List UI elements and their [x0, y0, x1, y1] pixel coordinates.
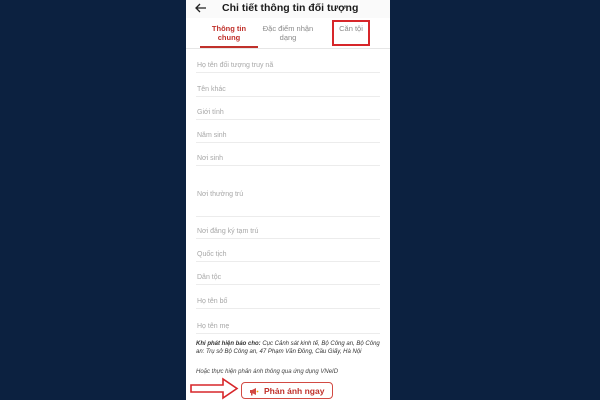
app-header: Chi tiết thông tin đối tượng	[186, 0, 390, 18]
back-arrow-icon[interactable]	[194, 1, 208, 15]
report-now-label: Phản ánh ngay	[264, 386, 325, 396]
field-mother-name[interactable]: Họ tên mẹ	[196, 313, 380, 334]
tab-highlight-box	[332, 20, 370, 46]
active-tab-indicator	[200, 46, 258, 48]
field-alias[interactable]: Tên khác	[196, 76, 380, 97]
phone-screen: Chi tiết thông tin đối tượng Thông tin c…	[186, 0, 390, 400]
megaphone-icon	[250, 388, 259, 396]
page-title: Chi tiết thông tin đối tượng	[222, 2, 359, 14]
tab-general-info[interactable]: Thông tin chung	[202, 24, 256, 42]
report-now-button[interactable]: Phản ánh ngay	[241, 382, 333, 399]
tab-bar: Thông tin chung Đặc điểm nhận dạng Căn t…	[186, 18, 390, 49]
field-birth-place[interactable]: Nơi sinh	[196, 145, 380, 166]
field-ethnicity[interactable]: Dân tộc	[196, 264, 380, 285]
field-gender[interactable]: Giới tính	[196, 99, 380, 120]
field-birth-year[interactable]: Năm sinh	[196, 122, 380, 143]
field-wanted-name[interactable]: Họ tên đối tượng truy nã	[196, 52, 380, 73]
tab-identification[interactable]: Đặc điểm nhận dạng	[260, 24, 316, 42]
field-nationality[interactable]: Quốc tịch	[196, 241, 380, 262]
field-temporary-residence[interactable]: Nơi đăng ký tạm trú	[196, 218, 380, 239]
notice-lead: Khi phát hiện báo cho:	[196, 341, 261, 347]
field-father-name[interactable]: Họ tên bố	[196, 288, 380, 309]
field-permanent-residence[interactable]: Nơi thường trú	[196, 180, 380, 217]
report-notice: Khi phát hiện báo cho: Cục Cảnh sát kinh…	[196, 340, 384, 356]
pointer-arrow-icon	[190, 377, 239, 400]
vneid-note: Hoặc thực hiện phản ánh thông qua ứng dụ…	[196, 369, 339, 375]
